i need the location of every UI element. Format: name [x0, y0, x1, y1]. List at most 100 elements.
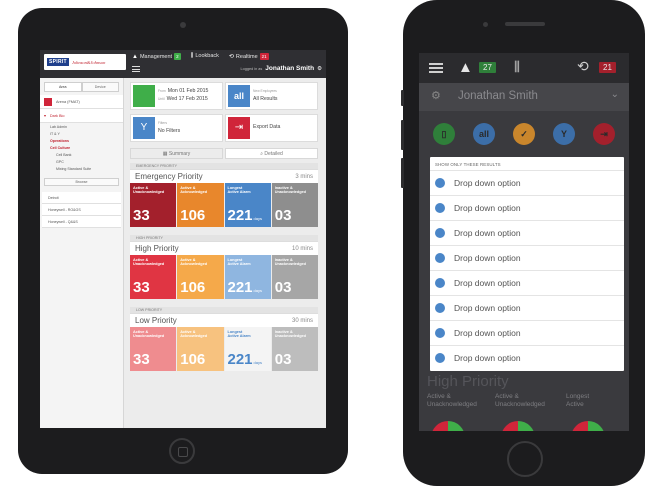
- metric-card[interactable]: Active & Acknowledged 106: [177, 183, 224, 227]
- tablet-home-button[interactable]: [169, 438, 195, 464]
- sidebar-link[interactable]: Honeywell - RO&GS: [42, 204, 121, 216]
- metric-card[interactable]: Longest Active Alarm 221days: [224, 327, 271, 371]
- phone-priority-preview: High Priority Active & Unacknowledged Act…: [419, 371, 629, 431]
- sidebar-item[interactable]: IT & Y: [40, 130, 123, 137]
- sidebar-item[interactable]: Mixing Standard Suite: [40, 165, 123, 172]
- sidebar-item[interactable]: Cell Bank: [40, 151, 123, 158]
- metric-label: Longest Active Alarm: [227, 258, 251, 267]
- export-icon[interactable]: ⇥: [593, 123, 615, 145]
- metric-card[interactable]: Inactive & Unacknowledged 03: [271, 327, 318, 371]
- donut-chart: [571, 421, 605, 431]
- sidebar-item[interactable]: Cell Culture: [40, 144, 123, 151]
- radio-icon: [435, 178, 445, 188]
- sidebar-link[interactable]: Detroit: [42, 192, 121, 204]
- sliders-icon[interactable]: ⫼: [514, 59, 520, 75]
- warning-icon[interactable]: ▲: [458, 59, 473, 76]
- refresh-icon[interactable]: ⟲: [577, 58, 589, 75]
- dropdown-option[interactable]: Drop down option: [430, 320, 624, 345]
- dropdown-option[interactable]: Drop down option: [430, 345, 624, 370]
- metric-label: Longest Active Alarm: [227, 186, 251, 195]
- metric-card[interactable]: Active & Unacknowledged 33: [130, 183, 177, 227]
- dropdown-option[interactable]: Drop down option: [430, 220, 624, 245]
- date-range-tile[interactable]: From Mon 01 Feb 2015 Until Wed 17 Feb 2015: [130, 82, 223, 110]
- sidebar-link[interactable]: Honeywell - Q&&S: [42, 216, 121, 228]
- user-name: Jonathan Smith: [265, 65, 315, 72]
- tab-device[interactable]: Device: [81, 82, 119, 92]
- metric-label: Active & Unacknowledged: [133, 186, 165, 195]
- metric-card[interactable]: Active & Acknowledged 106: [177, 255, 224, 299]
- chevron-down-icon[interactable]: ⌄: [611, 89, 619, 100]
- summary-toggle[interactable]: ▦ Summary: [130, 148, 223, 159]
- metric-card[interactable]: Active & Acknowledged 106: [177, 327, 224, 371]
- sidebar-tabs: Area Device: [44, 82, 119, 92]
- sidebar-root[interactable]: Arena (FMAT): [40, 95, 123, 109]
- detailed-toggle[interactable]: ⌕ Detailed: [225, 148, 318, 159]
- metric-value: 03: [274, 351, 292, 368]
- metric-card[interactable]: Active & Unacknowledged 33: [130, 255, 177, 299]
- metric-value: 33: [133, 207, 150, 224]
- dropdown-option[interactable]: Drop down option: [430, 270, 624, 295]
- export-tile[interactable]: ⇥ Export Data: [225, 114, 318, 142]
- all-icon[interactable]: all: [473, 123, 495, 145]
- metric-card[interactable]: Longest Active Alarm 221days: [224, 183, 271, 227]
- filters-text: Filters No Filters: [158, 119, 180, 135]
- nav-realtime-label: Realtime: [235, 54, 258, 60]
- menu-icon[interactable]: [429, 63, 443, 73]
- calendar-icon[interactable]: ▯: [433, 123, 455, 145]
- metric-card[interactable]: Active & Unacknowledged 33: [130, 327, 177, 371]
- dropdown-option-label: Drop down option: [454, 178, 521, 188]
- user-menu[interactable]: Logged in as Jonathan Smith ⚙: [241, 65, 322, 72]
- filter-icons-row: ▯ all ✓ Y ⇥: [419, 119, 629, 153]
- dropdown-option[interactable]: Drop down option: [430, 245, 624, 270]
- brand-name: SPIRIT: [47, 58, 69, 66]
- nav-management[interactable]: ▲ Management 2: [132, 53, 181, 60]
- nav-lookback-label: Lookback: [195, 53, 219, 59]
- browse-button[interactable]: Browse: [44, 178, 119, 186]
- results-text: New Employees All Results: [253, 87, 279, 103]
- sidebar-item[interactable]: Operations: [40, 137, 123, 144]
- to-label: Until: [158, 97, 165, 101]
- check-icon[interactable]: ✓: [513, 123, 535, 145]
- metric-label: Active & Unacknowledged: [133, 330, 165, 339]
- tablet-screen: SPIRIT Johnson&Johnson ▲ Management 2 ⫼ Loo…: [40, 50, 326, 428]
- sidebar-item[interactable]: GPC: [40, 158, 123, 165]
- metric-value: 221days: [227, 351, 262, 368]
- brand-logo[interactable]: SPIRIT Johnson&Johnson: [44, 54, 126, 70]
- filters-tile[interactable]: Y Filters No Filters: [130, 114, 223, 142]
- metric-card[interactable]: Inactive & Unacknowledged 03: [271, 183, 318, 227]
- gear-icon[interactable]: ⚙: [317, 66, 322, 72]
- phone-device: ▲ 27 ⫼ ⟲ 21 ⚙ Jonathan Smith ⌄ ▯ all ✓ Y…: [401, 0, 645, 486]
- sliders-icon: ⫼: [190, 53, 194, 59]
- menu-icon[interactable]: [132, 66, 140, 72]
- results-tile[interactable]: all New Employees All Results: [225, 82, 318, 110]
- nav-lookback[interactable]: ⫼ Lookback: [191, 53, 219, 60]
- dropdown-option-label: Drop down option: [454, 228, 521, 238]
- dropdown-option[interactable]: Drop down option: [430, 195, 624, 220]
- no-filters: No Filters: [158, 128, 181, 134]
- dropdown-option[interactable]: Drop down option: [430, 295, 624, 320]
- metric-card[interactable]: Longest Active Alarm 221days: [224, 255, 271, 299]
- sidebar-group[interactable]: ▾ Dark Bio: [40, 109, 123, 123]
- priority-header[interactable]: Low Priority 30 mins: [130, 313, 318, 327]
- dropdown-option-label: Drop down option: [454, 328, 521, 338]
- dropdown-option-label: Drop down option: [454, 253, 521, 263]
- priority-header[interactable]: Emergency Priority 3 mins: [130, 169, 318, 183]
- metric-card[interactable]: Inactive & Unacknowledged 03: [271, 255, 318, 299]
- nav-realtime[interactable]: ⟲ Realtime 21: [229, 53, 269, 60]
- tab-area[interactable]: Area: [44, 82, 82, 92]
- priority-header[interactable]: High Priority 10 mins: [130, 241, 318, 255]
- filter-icon[interactable]: Y: [553, 123, 575, 145]
- sidebar-root-label: Arena (FMAT): [56, 99, 80, 104]
- metric-value: 33: [133, 351, 150, 368]
- gear-icon[interactable]: ⚙: [431, 89, 441, 102]
- radio-icon: [435, 203, 445, 213]
- dropdown-option-label: Drop down option: [454, 303, 521, 313]
- radio-icon: [435, 353, 445, 363]
- phone-camera: [483, 22, 488, 27]
- phone-user-bar[interactable]: ⚙ Jonathan Smith ⌄: [419, 83, 629, 111]
- tablet-device: SPIRIT Johnson&Johnson ▲ Management 2 ⫼ Loo…: [18, 8, 348, 474]
- sidebar-item[interactable]: Lab Admin: [40, 123, 123, 130]
- summary-label: Summary: [168, 151, 191, 157]
- phone-home-button[interactable]: [507, 441, 543, 477]
- dropdown-option[interactable]: Drop down option: [430, 170, 624, 195]
